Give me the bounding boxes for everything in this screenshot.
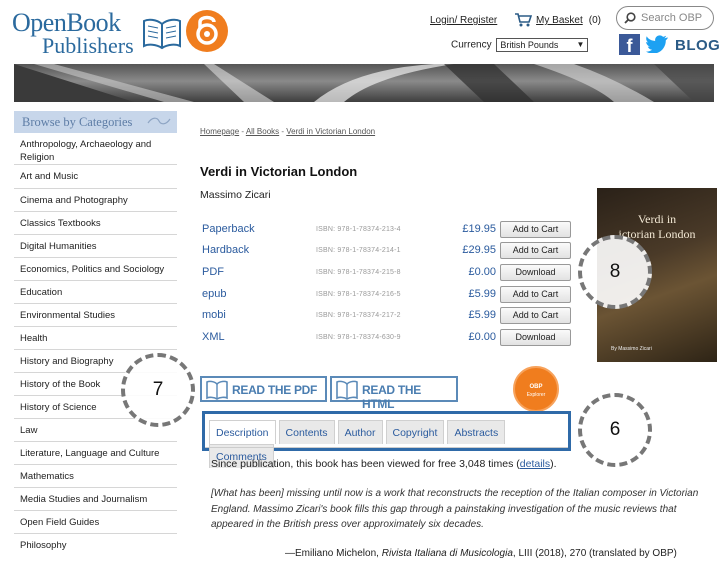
currency-selector: Currency British Pounds ▼ — [451, 38, 589, 52]
sidebar-item-cinema[interactable]: Cinema and Photography — [14, 189, 177, 212]
book-author: Massimo Zicari — [200, 189, 271, 201]
format-isbn: ISBN: 978-1-78374-630-9 — [316, 334, 401, 341]
tab-contents[interactable]: Contents — [278, 420, 335, 444]
ornament-icon — [147, 117, 171, 125]
open-access-icon — [186, 10, 228, 52]
read-pdf-label: READ THE PDF — [232, 383, 318, 397]
sidebar-item-digital-humanities[interactable]: Digital Humanities — [14, 235, 177, 258]
my-basket-link[interactable]: My Basket — [536, 15, 583, 26]
review-source: —Emiliano Michelon, Rivista Italiana di … — [285, 548, 677, 559]
search-placeholder: Search OBP — [641, 12, 703, 24]
open-book-icon — [336, 380, 358, 400]
breadcrumb-current[interactable]: Verdi in Victorian London — [286, 127, 375, 136]
format-price: £5.99 — [468, 309, 496, 321]
open-book-icon — [206, 380, 228, 400]
book-tabs: Description Contents Author Copyright Ab… — [202, 411, 571, 468]
format-name[interactable]: epub — [202, 288, 226, 300]
format-isbn: ISBN: 978-1-78374-217-2 — [316, 312, 401, 319]
views-details-link[interactable]: details — [520, 458, 550, 470]
sidebar-item-media-studies[interactable]: Media Studies and Journalism — [14, 488, 177, 511]
format-isbn: ISBN: 978-1-78374-213-4 — [316, 226, 401, 233]
sidebar-item-health[interactable]: Health — [14, 327, 177, 350]
search-input[interactable]: Search OBP — [616, 6, 714, 30]
format-price: £5.99 — [468, 288, 496, 300]
open-book-icon — [143, 18, 181, 50]
basket-icon[interactable] — [514, 12, 533, 27]
currency-dropdown[interactable]: British Pounds ▼ — [496, 38, 589, 52]
tab-author[interactable]: Author — [337, 420, 383, 444]
format-row-hardback: Hardback ISBN: 978-1-78374-214-1 £29.95 … — [200, 241, 572, 261]
basket-count: (0) — [588, 15, 601, 26]
sidebar-item-literature[interactable]: Literature, Language and Culture — [14, 442, 177, 465]
header-banner-image — [14, 64, 714, 102]
sidebar-header: Browse by Categories — [14, 111, 177, 133]
add-to-cart-button[interactable]: Add to Cart — [500, 307, 571, 324]
format-isbn: ISBN: 978-1-78374-214-1 — [316, 247, 401, 254]
callout-6: 6 — [578, 393, 652, 467]
format-price: £0.00 — [468, 331, 496, 343]
twitter-icon[interactable] — [646, 35, 668, 53]
chevron-down-icon: ▼ — [576, 40, 585, 49]
tab-description[interactable]: Description — [209, 420, 276, 444]
sidebar-item-anthropology[interactable]: Anthropology, Archaeology and Religion — [14, 133, 177, 165]
blog-link[interactable]: BLOG — [675, 37, 720, 54]
currency-value: British Pounds — [500, 40, 559, 50]
callout-8: 8 — [578, 235, 652, 309]
add-to-cart-button[interactable]: Add to Cart — [500, 242, 571, 259]
sidebar-item-art-music[interactable]: Art and Music — [14, 165, 177, 189]
format-name[interactable]: Paperback — [202, 223, 255, 235]
add-to-cart-button[interactable]: Add to Cart — [500, 221, 571, 238]
format-isbn: ISBN: 978-1-78374-215-8 — [316, 269, 401, 276]
sidebar-item-mathematics[interactable]: Mathematics — [14, 465, 177, 488]
format-name[interactable]: mobi — [202, 309, 226, 321]
sidebar-item-philosophy[interactable]: Philosophy — [14, 534, 177, 557]
format-name[interactable]: XML — [202, 331, 225, 343]
category-sidebar: Browse by Categories Anthropology, Archa… — [14, 111, 177, 557]
breadcrumb: Homepage - All Books - Verdi in Victoria… — [200, 127, 376, 136]
login-register-link[interactable]: Login/ Register — [430, 15, 497, 26]
currency-label: Currency — [451, 39, 492, 51]
tab-abstracts[interactable]: Abstracts — [447, 420, 506, 444]
facebook-icon[interactable]: f — [619, 34, 640, 55]
download-button[interactable]: Download — [500, 264, 571, 281]
format-price: £19.95 — [462, 223, 496, 235]
breadcrumb-all-books[interactable]: All Books — [246, 127, 279, 136]
format-isbn: ISBN: 978-1-78374-216-5 — [316, 291, 401, 298]
book-title: Verdi in Victorian London — [200, 164, 358, 179]
read-pdf-button[interactable]: READ THE PDF — [200, 376, 327, 402]
format-row-mobi: mobi ISBN: 978-1-78374-217-2 £5.99 Add t… — [200, 306, 572, 326]
review-quote: [What has been] missing until now is a w… — [211, 488, 699, 530]
account-links: Login/ Register My Basket (0) — [430, 12, 601, 27]
sidebar-item-education[interactable]: Education — [14, 281, 177, 304]
sidebar-item-economics[interactable]: Economics, Politics and Sociology — [14, 258, 177, 281]
tab-copyright[interactable]: Copyright — [385, 420, 445, 444]
callout-7: 7 — [121, 353, 195, 427]
openbook-logo[interactable]: OpenBook Publishers — [12, 8, 190, 58]
format-name[interactable]: PDF — [202, 266, 224, 278]
format-price: £0.00 — [468, 266, 496, 278]
sidebar-header-title: Browse by Categories — [22, 115, 133, 129]
format-name[interactable]: Hardback — [202, 244, 249, 256]
logo-text-publishers: Publishers — [42, 33, 134, 58]
breadcrumb-homepage[interactable]: Homepage — [200, 127, 239, 136]
cover-author: By Massimo Zicari — [611, 346, 652, 352]
format-row-pdf: PDF ISBN: 978-1-78374-215-8 £0.00 Downlo… — [200, 263, 572, 283]
sidebar-item-classics[interactable]: Classics Textbooks — [14, 212, 177, 235]
search-icon — [624, 12, 636, 24]
add-to-cart-button[interactable]: Add to Cart — [500, 286, 571, 303]
sidebar-item-environmental[interactable]: Environmental Studies — [14, 304, 177, 327]
views-count: Since publication, this book has been vi… — [211, 458, 557, 470]
format-row-xml: XML ISBN: 978-1-78374-630-9 £0.00 Downlo… — [200, 328, 572, 348]
read-html-button[interactable]: READ THE HTML — [330, 376, 458, 411]
obp-explorer-badge[interactable]: OBP Explorer — [513, 366, 559, 412]
download-button[interactable]: Download — [500, 329, 571, 346]
format-row-paperback: Paperback ISBN: 978-1-78374-213-4 £19.95… — [200, 220, 572, 240]
format-row-epub: epub ISBN: 978-1-78374-216-5 £5.99 Add t… — [200, 285, 572, 305]
read-html-label: READ THE HTML — [362, 383, 421, 411]
format-price: £29.95 — [462, 244, 496, 256]
sidebar-item-open-field-guides[interactable]: Open Field Guides — [14, 511, 177, 534]
